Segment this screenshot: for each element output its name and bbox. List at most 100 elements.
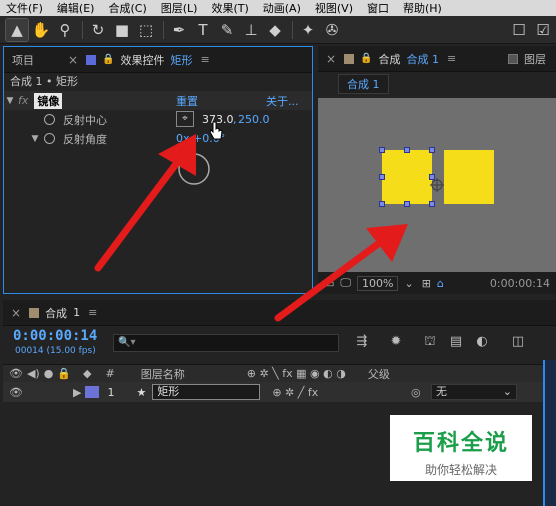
close-icon[interactable]: × — [68, 53, 78, 67]
layer-number: 1 — [107, 385, 115, 399]
text-tool-icon[interactable]: T — [192, 19, 214, 41]
twirl-down-icon[interactable]: ▼ — [26, 134, 44, 144]
mask-visibility-icon[interactable]: ⌂ — [437, 277, 444, 290]
layer-tab-swatch — [508, 53, 518, 64]
always-preview-icon[interactable]: ▭ — [324, 277, 334, 290]
clone-stamp-tool-icon[interactable]: ⊥ — [240, 19, 262, 41]
pen-tool-icon[interactable]: ✒ — [168, 19, 190, 41]
graph-editor-icon[interactable]: ◫ — [509, 334, 527, 352]
tab-composition[interactable]: × 🔒 合成 合成 1 ≡ — [326, 51, 456, 67]
parent-value: 无 — [436, 385, 447, 398]
label-column-icon[interactable]: ◆ — [83, 367, 91, 380]
twirl-right-icon[interactable]: ▶ — [73, 386, 81, 399]
chevron-down-icon: ⌄ — [502, 385, 512, 398]
reset-link[interactable]: 重置 — [176, 93, 198, 109]
composition-panel: × 🔒 合成 合成 1 ≡ 图层 合成 1 ▭ 🖵 100% ⌄ ⊞ ⌂ 0:0… — [318, 46, 556, 294]
column-layer-name[interactable]: 图层名称 — [141, 366, 185, 382]
camera-tool-icon[interactable]: ■ — [111, 19, 133, 41]
menu-item[interactable]: 帮助(H) — [403, 0, 442, 16]
transform-handle[interactable] — [379, 201, 385, 207]
lock-switch-icon[interactable]: 🔒 — [57, 367, 71, 380]
close-icon[interactable]: × — [326, 52, 336, 66]
timeline-tab-target: 1 — [73, 306, 81, 319]
zoom-tool-icon[interactable]: ⚲ — [54, 19, 76, 41]
transform-handle[interactable] — [429, 201, 435, 207]
comp-viewer-footer: ▭ 🖵 100% ⌄ ⊞ ⌂ 0:00:00:14 — [318, 272, 556, 294]
transform-handle[interactable] — [404, 201, 410, 207]
comp-current-time[interactable]: 0:00:00:14 — [490, 277, 550, 290]
timeline-search-input[interactable]: 🔍▾ — [113, 334, 339, 352]
zoom-chevron-icon[interactable]: ⌄ — [404, 277, 413, 290]
toolbar-overflow-icon[interactable]: ☑ — [532, 19, 554, 41]
menu-item[interactable]: 视图(V) — [315, 0, 353, 16]
lock-icon[interactable]: 🔒 — [360, 53, 372, 64]
transform-handle[interactable] — [379, 147, 385, 153]
panel-menu-icon[interactable]: ≡ — [447, 52, 456, 65]
menu-item[interactable]: 合成(C) — [108, 0, 146, 16]
composition-viewer[interactable] — [318, 98, 556, 272]
reflection-center-crosshair-icon[interactable] — [430, 178, 444, 192]
menu-item[interactable]: 窗口 — [367, 0, 389, 16]
puppet-tool-icon[interactable]: ✇ — [321, 19, 343, 41]
audio-switch-icon[interactable]: ◀) — [27, 367, 40, 380]
shy-layers-icon[interactable]: ⛫ — [421, 334, 439, 352]
monitor-icon[interactable]: 🖵 — [340, 276, 351, 290]
parent-select[interactable]: 无 ⌄ — [431, 384, 517, 400]
video-switch-icon[interactable]: 👁 — [9, 367, 23, 380]
brush-tool-icon[interactable]: ✎ — [216, 19, 238, 41]
tab-effects-controls[interactable]: × 🔒 效果控件 矩形 ≡ — [68, 52, 210, 68]
time-ruler-strip[interactable] — [543, 360, 556, 506]
draft-3d-icon[interactable]: ✹ — [387, 334, 405, 352]
layer-visibility-icon[interactable]: 👁 — [9, 386, 23, 399]
frame-blending-icon[interactable]: ▤ — [447, 334, 465, 352]
snapping-icon[interactable]: ☐ — [508, 19, 530, 41]
transform-handle[interactable] — [429, 147, 435, 153]
switches-icons[interactable]: ⊕ ✲ ╲ fx ▦ ◉ ◐ ◑ — [247, 367, 346, 380]
grid-options-icon[interactable]: ⊞ — [422, 277, 431, 290]
rotate-tool-icon[interactable]: ↻ — [87, 19, 109, 41]
layer-switches[interactable]: ⊕ ✲ ╱ fx — [272, 386, 318, 399]
menu-item[interactable]: 效果(T) — [211, 0, 248, 16]
comp-subtab[interactable]: 合成 1 — [338, 74, 389, 94]
close-icon[interactable]: × — [11, 306, 21, 320]
fx-toggle-icon[interactable]: fx — [18, 94, 28, 107]
menu-item[interactable]: 文件(F) — [6, 0, 43, 16]
hand-tool-icon[interactable]: ✋ — [30, 19, 52, 41]
panel-menu-icon[interactable]: ≡ — [201, 53, 210, 66]
solo-switch-icon[interactable]: ● — [44, 367, 54, 380]
tab-layer[interactable]: 图层 — [508, 51, 546, 67]
panel-menu-icon[interactable]: ≡ — [88, 306, 97, 319]
rectangle-shape[interactable] — [382, 150, 432, 204]
motion-blur-icon[interactable]: ◐ — [473, 334, 491, 352]
comp-color-swatch — [344, 53, 355, 64]
comp-mini-flowchart-icon[interactable]: ⇶ — [353, 334, 371, 352]
point-picker-icon[interactable]: ⌖ — [176, 111, 194, 127]
timeline-header: 0:00:00:14 00014 (15.00 fps) 🔍▾ ⇶ ✹ ⛫ ▤ … — [3, 326, 556, 364]
transform-handle[interactable] — [404, 147, 410, 153]
twirl-down-icon[interactable]: ▼ — [4, 96, 16, 106]
menu-item[interactable]: 编辑(E) — [57, 0, 95, 16]
layer-name-field[interactable]: 矩形 — [152, 384, 261, 400]
tab-project[interactable]: 项目 — [12, 52, 34, 68]
stopwatch-icon[interactable] — [44, 133, 55, 144]
lock-icon[interactable]: 🔒 — [102, 54, 114, 65]
selection-tool-icon[interactable]: ▲ — [5, 17, 29, 42]
angle-dial[interactable] — [176, 151, 212, 187]
layer-label-color[interactable] — [85, 386, 100, 398]
pickwhip-icon[interactable]: ◎ — [411, 386, 421, 399]
current-time-display[interactable]: 0:00:00:14 — [13, 328, 97, 344]
eraser-tool-icon[interactable]: ◆ — [264, 19, 286, 41]
tab-timeline-comp[interactable]: × 合成 1 ≡ — [11, 305, 97, 321]
roto-brush-tool-icon[interactable]: ✦ — [297, 19, 319, 41]
layer-row[interactable]: 👁 ▶ 1 ★ 矩形 ⊕ ✲ ╱ fx ◎ 无 ⌄ — [3, 382, 556, 402]
reflection-center-y-value[interactable]: 250.0 — [238, 113, 270, 126]
effect-name[interactable]: 镜像 — [34, 92, 63, 109]
about-link[interactable]: 关于... — [266, 93, 299, 109]
zoom-dropdown[interactable]: 100% — [357, 275, 399, 291]
pan-behind-tool-icon[interactable]: ⬚ — [135, 19, 157, 41]
menu-item[interactable]: 图层(L) — [161, 0, 198, 16]
stopwatch-icon[interactable] — [44, 114, 55, 125]
transform-handle[interactable] — [379, 174, 385, 180]
column-parent[interactable]: 父级 — [368, 366, 390, 382]
menu-item[interactable]: 动画(A) — [263, 0, 301, 16]
